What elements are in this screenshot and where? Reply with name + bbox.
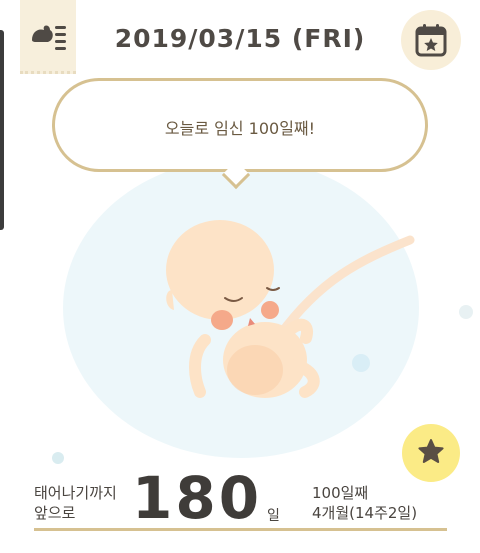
- favorite-button[interactable]: [402, 424, 460, 482]
- calendar-button[interactable]: [401, 10, 461, 70]
- until-birth-line1: 태어나기까지: [34, 484, 117, 502]
- until-birth-line2: 앞으로: [34, 504, 76, 522]
- decorative-bubble: [459, 305, 473, 319]
- days-left-count: 180: [132, 464, 263, 532]
- days-unit: 일: [267, 508, 280, 524]
- message-bubble: 오늘로 임신 100일째!: [52, 78, 428, 172]
- until-birth-label: 태어나기까지 앞으로: [34, 483, 117, 523]
- pregnancy-month-week: 4개월(14주2일): [312, 504, 418, 522]
- star-icon: [418, 439, 444, 463]
- fetus-illustration: [166, 220, 415, 398]
- pregnancy-progress: 100일째 4개월(14주2일): [312, 483, 417, 523]
- edge-panel-handle[interactable]: [0, 30, 4, 230]
- milestone-message: 오늘로 임신 100일째!: [164, 119, 316, 138]
- divider: [34, 528, 447, 531]
- pregnancy-day-count: 100일째: [312, 484, 369, 502]
- decorative-bubble: [52, 452, 64, 464]
- calendar-star-icon: [415, 24, 447, 57]
